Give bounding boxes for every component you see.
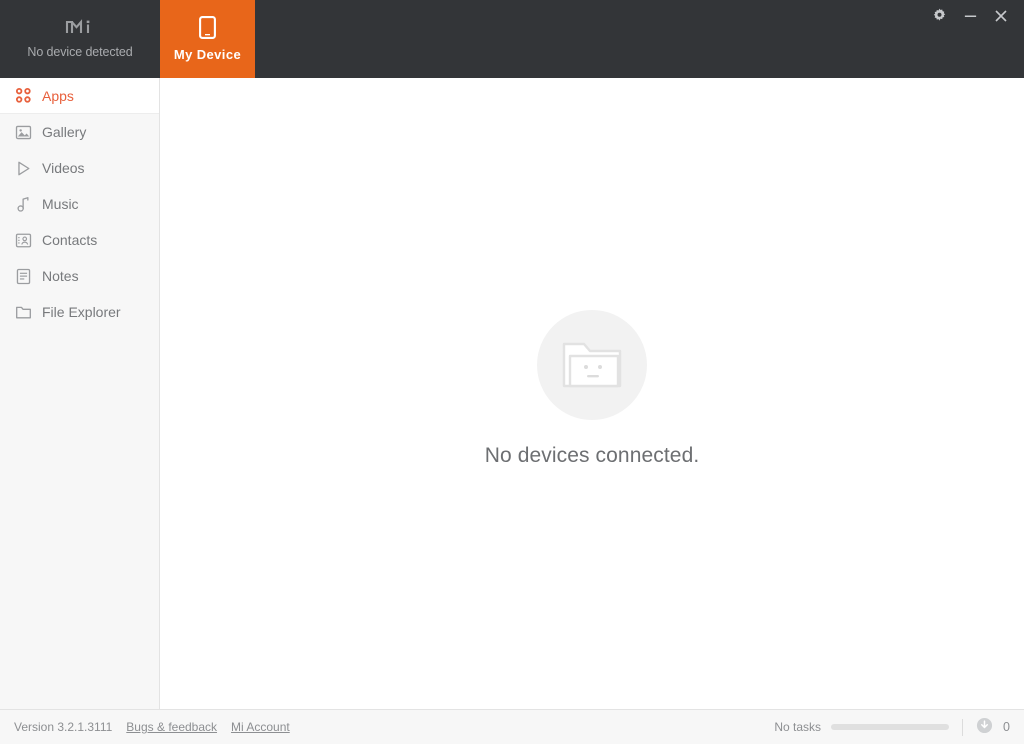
sidebar-item-apps[interactable]: Apps [0, 78, 159, 114]
empty-state-text: No devices connected. [484, 444, 700, 467]
sidebar-item-contacts[interactable]: Contacts [0, 222, 159, 258]
sidebar: Apps Gallery Videos Music Contacts Notes… [0, 78, 160, 709]
sidebar-item-music[interactable]: Music [0, 186, 159, 222]
tab-my-device-label: My Device [173, 47, 242, 62]
status-bar-right: No tasks 0 [774, 717, 1010, 737]
close-icon [993, 8, 1009, 29]
apps-grid-icon [14, 87, 32, 105]
mi-account-link[interactable]: Mi Account [231, 720, 290, 734]
note-lines-icon [14, 267, 32, 285]
titlebar-spacer [255, 0, 930, 78]
sidebar-item-file-explorer-label: File Explorer [42, 304, 121, 320]
task-progress-bar [831, 724, 950, 730]
bugs-feedback-link[interactable]: Bugs & feedback [126, 720, 217, 734]
tab-my-device[interactable]: My Device [160, 0, 255, 78]
sidebar-item-file-explorer[interactable]: File Explorer [0, 294, 159, 330]
contact-card-icon [14, 231, 32, 249]
version-label: Version 3.2.1.3111 [14, 720, 113, 734]
status-divider [962, 718, 964, 736]
sidebar-item-gallery[interactable]: Gallery [0, 114, 159, 150]
empty-state-illustration [537, 310, 647, 420]
status-bar: Version 3.2.1.3111 Bugs & feedback Mi Ac… [0, 709, 1024, 744]
image-icon [14, 123, 32, 141]
body-area: Apps Gallery Videos Music Contacts Notes… [0, 78, 1024, 709]
download-circle-icon[interactable] [976, 717, 993, 737]
play-triangle-icon [14, 159, 32, 177]
minimize-button[interactable] [961, 9, 979, 27]
download-count: 0 [1003, 720, 1010, 734]
gear-icon [932, 8, 947, 28]
settings-button[interactable] [930, 8, 948, 28]
tasks-label: No tasks [774, 720, 822, 734]
device-status-text: No device detected [27, 45, 133, 59]
window-controls [930, 0, 1024, 78]
sidebar-item-music-label: Music [42, 196, 79, 212]
sidebar-item-notes-label: Notes [42, 268, 79, 284]
minimize-icon [963, 8, 978, 28]
sidebar-item-notes[interactable]: Notes [0, 258, 159, 294]
brand-block: No device detected [0, 0, 160, 78]
close-button[interactable] [992, 9, 1010, 27]
sidebar-item-videos-label: Videos [42, 160, 85, 176]
mi-logo-icon [65, 19, 95, 40]
main-content: No devices connected. [160, 78, 1024, 709]
sidebar-item-gallery-label: Gallery [42, 124, 87, 140]
title-bar: No device detected My Device [0, 0, 1024, 78]
sidebar-item-contacts-label: Contacts [42, 232, 98, 248]
phone-icon [199, 16, 216, 44]
sidebar-item-videos[interactable]: Videos [0, 150, 159, 186]
sidebar-item-apps-label: Apps [42, 87, 74, 104]
folder-icon [14, 303, 32, 321]
sad-folder-icon [560, 334, 624, 397]
music-note-icon [14, 195, 32, 213]
status-bar-left: Version 3.2.1.3111 Bugs & feedback Mi Ac… [14, 720, 290, 734]
mi-pc-suite-window: No device detected My Device Apps Galler… [0, 0, 1024, 744]
